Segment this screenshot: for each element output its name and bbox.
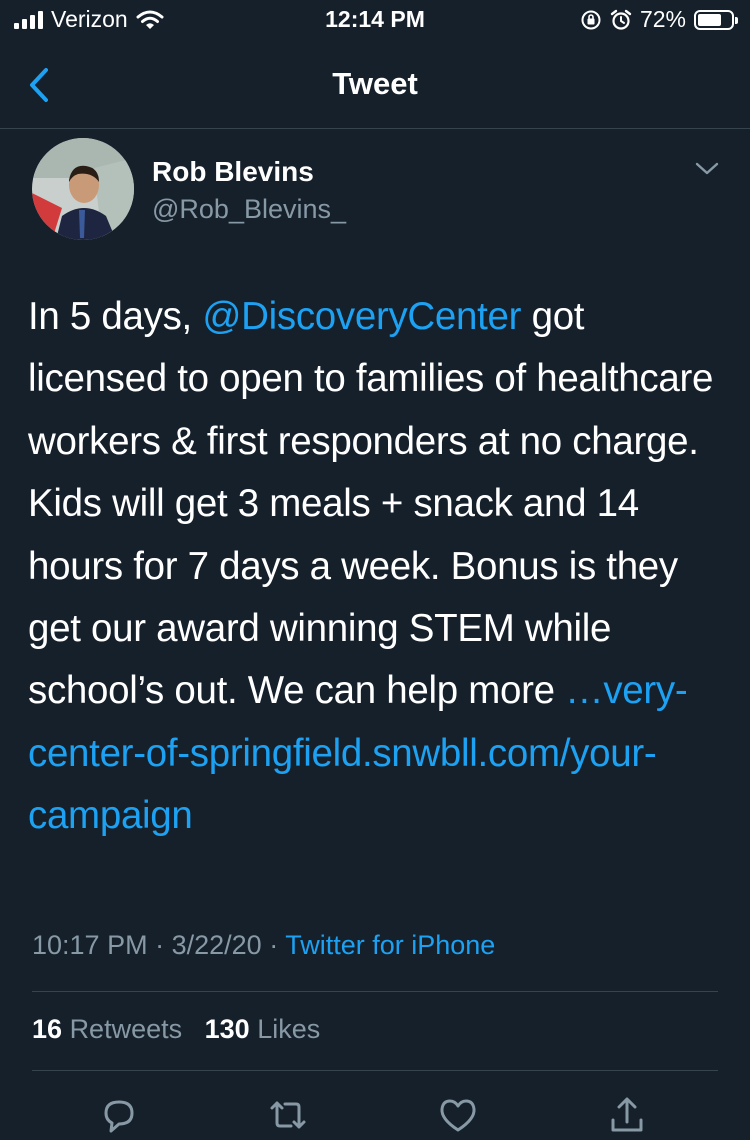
retweets-count: 16: [32, 1014, 63, 1044]
like-icon[interactable]: [437, 1094, 479, 1136]
retweets-stat[interactable]: 16 Retweets: [32, 1014, 182, 1044]
battery-percent: 72%: [639, 6, 686, 32]
tweet-source-link[interactable]: Twitter for iPhone: [285, 930, 495, 960]
tweet-text-part: In 5 days,: [28, 295, 203, 338]
divider: [32, 1070, 718, 1071]
separator: ·: [155, 930, 165, 960]
tweet-time: 10:17 PM: [32, 930, 148, 960]
tweet-meta: 10:17 PM · 3/22/20 · Twitter for iPhone: [32, 930, 495, 961]
retweet-icon[interactable]: [267, 1094, 309, 1136]
orientation-lock-icon: [581, 10, 601, 29]
reply-icon[interactable]: [98, 1094, 140, 1136]
likes-stat[interactable]: 130 Likes: [205, 1014, 321, 1044]
status-bar: Verizon 12:14 PM 72%: [0, 0, 750, 40]
tweet-date: 3/22/20: [171, 930, 262, 960]
mention-link[interactable]: @DiscoveryCenter: [202, 295, 521, 338]
alarm-icon: [610, 9, 632, 30]
author-name[interactable]: Rob Blevins: [152, 156, 314, 188]
likes-label: Likes: [257, 1014, 321, 1044]
navigation-bar: Tweet: [0, 44, 750, 129]
page-title: Tweet: [332, 66, 418, 101]
author-handle[interactable]: @Rob_Blevins_: [152, 194, 346, 225]
share-icon[interactable]: [606, 1094, 648, 1136]
avatar[interactable]: [32, 138, 134, 240]
tweet-text-part: got licensed to open to families of heal…: [28, 295, 714, 713]
chevron-down-icon[interactable]: [694, 160, 720, 178]
retweets-label: Retweets: [69, 1014, 183, 1044]
divider: [32, 991, 718, 992]
likes-count: 130: [204, 1014, 250, 1044]
tweet-stats: 16 Retweets 130 Likes: [32, 1014, 320, 1045]
separator: ·: [269, 930, 279, 960]
battery-icon: [694, 9, 738, 30]
tweet-text: In 5 days, @DiscoveryCenter got licensed…: [28, 286, 728, 848]
